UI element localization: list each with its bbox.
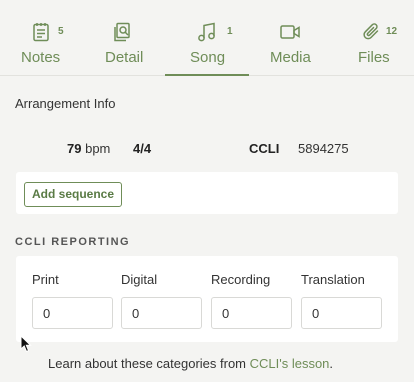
ccli-footer: Learn about these categories from CCLI's… <box>48 356 333 371</box>
tab-files-label: Files <box>358 49 390 66</box>
tab-files[interactable]: 12 Files <box>350 0 414 76</box>
ccli-label: CCLI <box>249 141 280 156</box>
tab-files-badge: 12 <box>386 26 398 37</box>
sequence-card: Add sequence <box>16 172 398 214</box>
footer-text: Learn about these categories from <box>48 356 250 371</box>
tab-song[interactable]: 1 Song <box>165 0 249 76</box>
digital-input[interactable] <box>121 297 202 329</box>
tab-bar: 5 Notes Detail 1 Song Media 12 Files <box>0 0 414 76</box>
footer-period: . <box>329 356 334 371</box>
tab-detail[interactable]: Detail <box>97 0 157 76</box>
tab-media[interactable]: Media <box>262 0 322 76</box>
print-label: Print <box>32 272 59 287</box>
print-input[interactable] <box>32 297 113 329</box>
mouse-cursor-icon <box>20 335 32 353</box>
add-sequence-button[interactable]: Add sequence <box>24 182 123 207</box>
tab-notes[interactable]: 5 Notes <box>12 0 72 76</box>
bpm-value: 79 <box>67 141 82 156</box>
meter-value: 4/4 <box>133 141 152 156</box>
recording-label: Recording <box>211 272 271 287</box>
tab-media-label: Media <box>270 49 311 66</box>
notes-icon <box>30 21 52 43</box>
translation-label: Translation <box>301 272 365 287</box>
arrangement-info-title: Arrangement Info <box>15 96 116 111</box>
tab-song-badge: 1 <box>227 26 233 37</box>
ccli-reporting-heading: CCLI REPORTING <box>15 236 131 248</box>
detail-icon <box>112 21 134 43</box>
bpm-display: 79 bpm <box>67 141 110 156</box>
recording-input[interactable] <box>211 297 292 329</box>
translation-input[interactable] <box>301 297 382 329</box>
ccli-lesson-link[interactable]: CCLI's lesson <box>250 356 330 371</box>
ccli-reporting-card: Print Digital Recording Translation <box>16 256 398 342</box>
tab-detail-label: Detail <box>105 49 144 66</box>
tab-song-label: Song <box>190 49 226 66</box>
digital-label: Digital <box>121 272 158 287</box>
bpm-unit: bpm <box>85 141 111 156</box>
ccli-number: 5894275 <box>298 141 349 156</box>
video-camera-icon <box>279 21 301 43</box>
music-note-icon <box>196 21 218 43</box>
tab-notes-badge: 5 <box>58 26 64 37</box>
tab-notes-label: Notes <box>21 49 61 66</box>
paperclip-icon <box>361 21 383 43</box>
